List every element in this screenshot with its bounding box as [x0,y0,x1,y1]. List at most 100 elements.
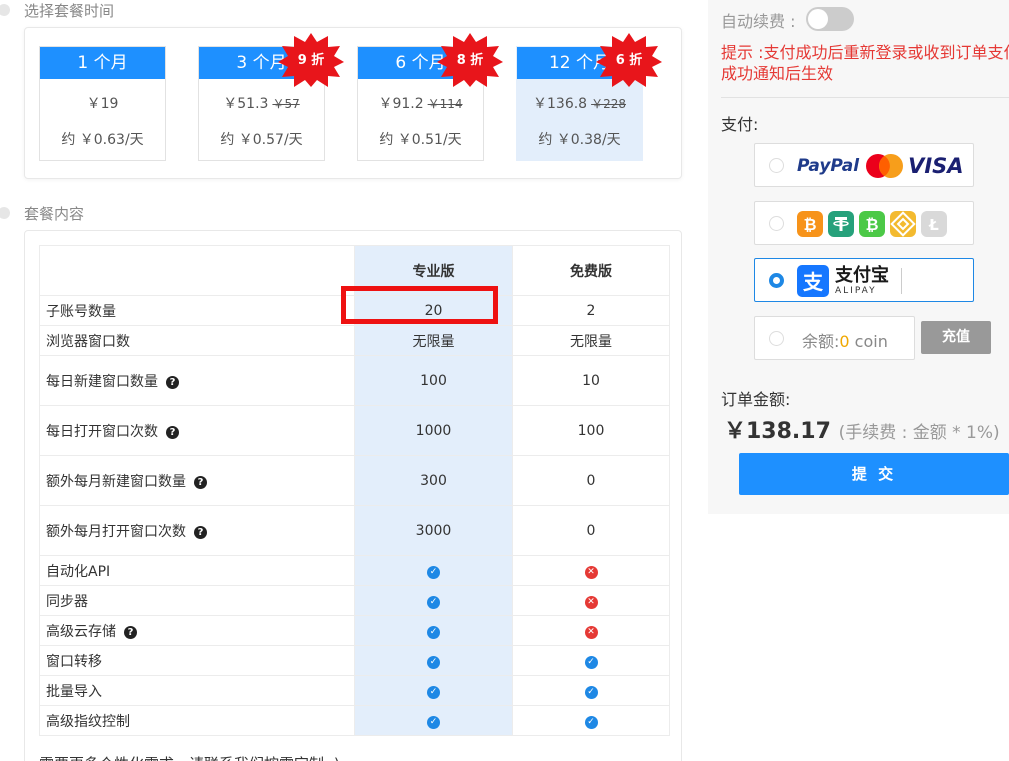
help-icon[interactable]: ? [124,625,137,639]
pro-value: ✓ [354,615,513,646]
alipay-divider [901,268,902,294]
alipay-icon: 支 [797,265,829,297]
feature-name: 每日打开窗口次数? [39,405,355,456]
order-amount: ￥138.17 (手续费 : 金额 * 1%) [724,419,1000,444]
plan-per-day: 约 ￥0.57/天 [220,132,303,148]
features-section-title: 套餐内容 [24,205,85,223]
table-row: 同步器 ✓ ✕ [39,585,670,616]
auto-renew-label: 自动续费 : [721,12,796,31]
check-icon: ✓ [584,656,598,669]
free-value: 0 [512,505,670,556]
help-icon[interactable]: ? [194,525,207,539]
auto-renew-toggle[interactable] [806,7,854,31]
feature-name: 自动化API [39,555,355,586]
plan-original-price: ￥57 [272,97,300,111]
radio-alipay[interactable] [769,273,784,288]
tether-icon [828,211,854,237]
pro-value: ✓ [354,675,513,706]
cross-icon: ✕ [584,596,598,609]
check-icon: ✓ [584,716,598,729]
table-row: 每日新建窗口数量? 100 10 [39,355,670,406]
plan-original-price: ￥228 [591,97,626,111]
plan-card-1[interactable]: 1 个月 ￥19 约 ￥0.63/天 [39,46,166,161]
paypal-logos: PayPal VISA [797,152,964,180]
recharge-button[interactable]: 充值 [921,321,991,354]
plan-price: ￥91.2 ￥114 [378,96,463,112]
submit-button[interactable]: 提 交 [739,453,1009,495]
feature-name: 批量导入 [39,675,355,706]
pay-option-crypto[interactable]: ₿ ₿ Ł [754,201,974,245]
litecoin-icon: Ł [921,211,947,237]
pay-option-balance[interactable]: 余额:0 coin [754,316,915,360]
pro-value: ✓ [354,645,513,676]
table-row: 额外每月打开窗口次数? 3000 0 [39,505,670,556]
visa-logo-icon: VISA [908,154,964,178]
radio-paypal[interactable] [769,158,784,173]
svg-text:₿: ₿ [803,215,816,234]
plan-card-6[interactable]: 6 个月 ￥91.2 ￥114 约 ￥0.51/天 8 折 [357,33,503,161]
pay-option-paypal[interactable]: PayPal VISA [754,143,974,187]
check-icon: ✓ [427,626,440,639]
pro-value: 300 [354,455,513,506]
feature-name: 每日新建窗口数量? [39,355,355,406]
pay-option-alipay[interactable]: 支 支付宝 ALIPAY [754,258,974,302]
pro-value: ✓ [354,585,513,616]
bnb-icon [890,211,916,237]
free-value: ✓ [512,675,670,706]
table-row: 高级云存储? ✓ ✕ [39,615,670,646]
table-row: 额外每月新建窗口数量? 300 0 [39,455,670,506]
table-row: 浏览器窗口数 无限量 无限量 [39,325,670,356]
feature-name: 浏览器窗口数 [39,325,355,356]
feature-name: 子账号数量 [39,295,355,326]
discount-badge: 6 折 [596,33,662,87]
plan-price: ￥19 [86,96,119,112]
divider [721,97,1009,98]
help-icon[interactable]: ? [194,475,207,489]
pro-value: 无限量 [354,325,513,356]
svg-text:₿: ₿ [865,215,878,234]
custom-note: 需要更多个性化需求，请联系我们按需定制 :) [39,753,340,761]
crypto-logos: ₿ ₿ Ł [797,210,947,238]
table-row: 批量导入 ✓ ✓ [39,675,670,706]
plans-section-title: 选择套餐时间 [24,2,115,20]
alipay-text: 支付宝 [835,264,889,286]
pay-method-label: 支付: [721,115,759,134]
radio-balance[interactable] [769,331,784,346]
free-value: 无限量 [512,325,670,356]
paypal-logo-icon: PayPal [797,156,860,176]
free-value: ✕ [512,585,670,616]
plan-price: ￥136.8 ￥228 [533,96,626,112]
step-dot [0,207,10,219]
help-icon[interactable]: ? [166,425,179,439]
check-icon: ✓ [427,716,440,729]
feature-name: 高级指纹控制 [39,705,355,736]
check-icon: ✓ [584,686,598,699]
pro-value: ✓ [354,555,513,586]
plan-per-day: 约 ￥0.38/天 [538,132,621,148]
discount-badge: 8 折 [437,33,503,87]
bitcoin-icon: ₿ [797,211,823,237]
check-icon: ✓ [427,686,440,699]
order-fee: (手续费 : 金额 * 1%) [838,423,1000,443]
pro-value: 100 [354,355,513,406]
highlight-box [341,286,498,324]
table-row: 自动化API ✓ ✕ [39,555,670,586]
plan-card-12[interactable]: 12 个月 ￥136.8 ￥228 约 ￥0.38/天 6 折 [516,33,662,161]
free-value: ✓ [512,645,670,676]
feature-name: 额外每月新建窗口数量? [39,455,355,506]
pro-value: 3000 [354,505,513,556]
alipay-subtext: ALIPAY [835,285,877,296]
plan-per-day: 约 ￥0.63/天 [61,132,144,148]
radio-crypto[interactable] [769,216,784,231]
order-amount-label: 订单金额: [721,390,791,409]
balance-text: 余额:0 coin [802,332,888,351]
table-row: 高级指纹控制 ✓ ✓ [39,705,670,736]
plan-card-3[interactable]: 3 个月 ￥51.3 ￥57 约 ￥0.57/天 9 折 [198,33,344,161]
payment-panel: 自动续费 : 提示 :支付成功后重新登录或收到订单支付成功通知后生效 支付: P… [708,0,1009,514]
plan-price: ￥51.3 ￥57 [223,96,300,112]
help-icon[interactable]: ? [166,375,179,389]
mastercard-icon [866,154,904,178]
feature-name: 额外每月打开窗口次数? [39,505,355,556]
free-value: 2 [512,295,670,326]
table-row: 每日打开窗口次数? 1000 100 [39,405,670,456]
